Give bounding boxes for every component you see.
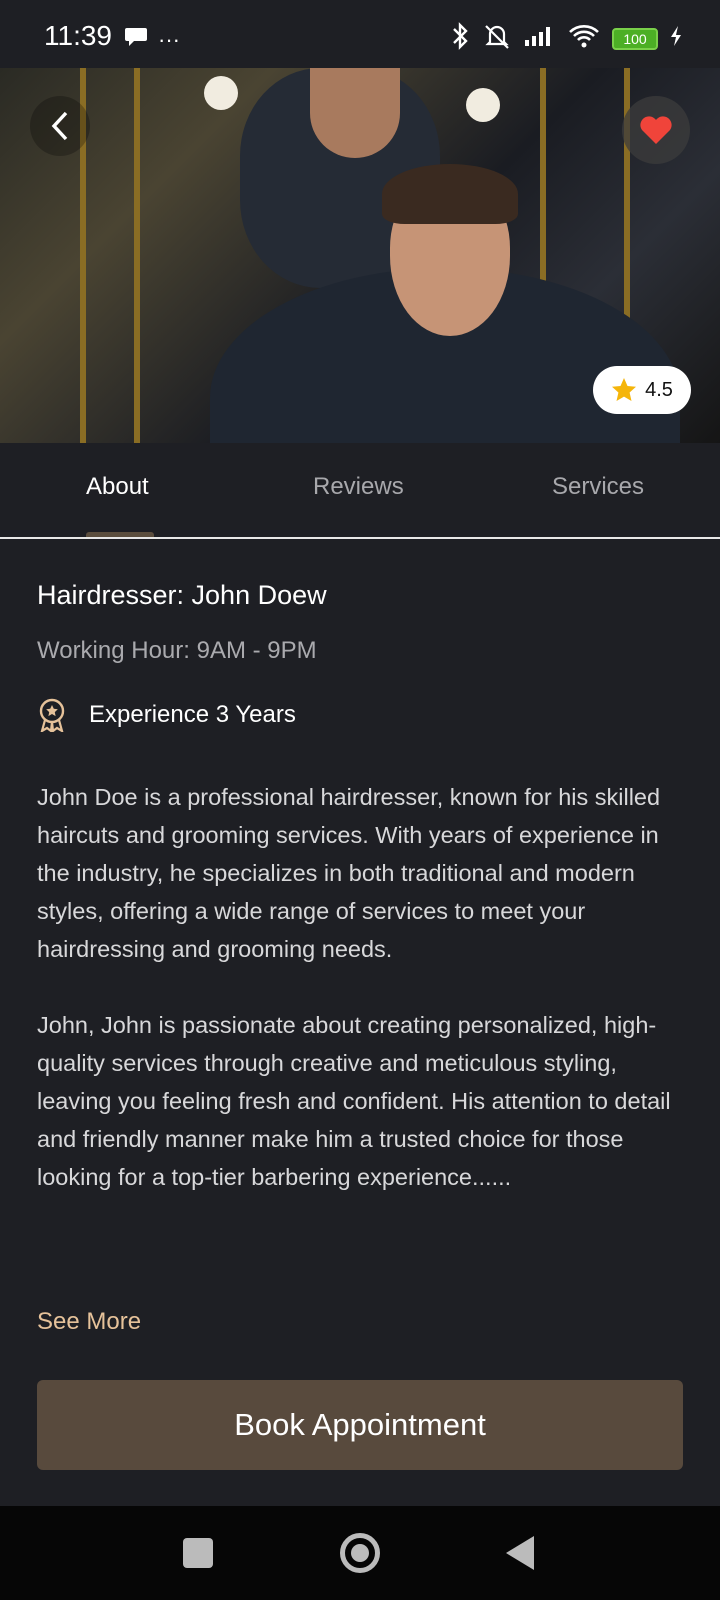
bluetooth-icon — [450, 22, 470, 55]
charging-icon — [670, 25, 682, 52]
chat-bubble-icon — [124, 26, 148, 53]
description-paragraph: John Doe is a professional hairdresser, … — [37, 784, 661, 962]
client-hair — [382, 164, 518, 224]
tab-reviews[interactable]: Reviews — [313, 473, 404, 501]
favorite-button[interactable] — [622, 96, 690, 164]
rating-value: 4.5 — [645, 378, 673, 401]
silent-bell-icon — [482, 22, 512, 55]
tab-about[interactable]: About — [86, 473, 149, 501]
back-button[interactable] — [30, 96, 90, 156]
experience-row: Experience 3 Years — [37, 698, 296, 732]
battery-icon: 100 — [612, 27, 658, 50]
profile-tabs: About Reviews Services — [0, 443, 720, 539]
status-bar: 11:39 ··· 100 — [0, 0, 720, 68]
star-icon — [612, 378, 637, 401]
working-hours: Working Hour: 9AM - 9PM — [37, 637, 317, 664]
tab-services[interactable]: Services — [552, 473, 644, 501]
hairdresser-name: Hairdresser: John Doew — [37, 580, 327, 610]
lamp — [204, 76, 238, 110]
award-badge-icon — [39, 698, 65, 732]
active-tab-indicator — [86, 532, 154, 537]
rating-badge: 4.5 — [593, 366, 691, 414]
recents-button[interactable] — [183, 1538, 213, 1568]
system-nav-bar — [0, 1506, 720, 1600]
status-time: 11:39 — [44, 20, 112, 51]
lamp — [466, 88, 500, 122]
wifi-icon — [568, 23, 600, 54]
heart-icon — [640, 116, 672, 144]
home-button[interactable] — [340, 1533, 380, 1573]
barber-face — [310, 68, 400, 158]
more-notifications-icon: ··· — [158, 26, 180, 52]
signal-icon — [524, 24, 556, 53]
description-paragraph: John, John is passionate about creating … — [37, 1012, 671, 1190]
see-more-link[interactable]: See More — [37, 1308, 141, 1336]
chevron-left-icon — [51, 111, 68, 141]
system-back-button[interactable] — [506, 1536, 534, 1570]
experience-label: Experience 3 Years — [89, 701, 296, 728]
book-appointment-button[interactable]: Book Appointment — [37, 1380, 683, 1470]
description: John Doe is a professional hairdresser, … — [37, 778, 687, 1196]
